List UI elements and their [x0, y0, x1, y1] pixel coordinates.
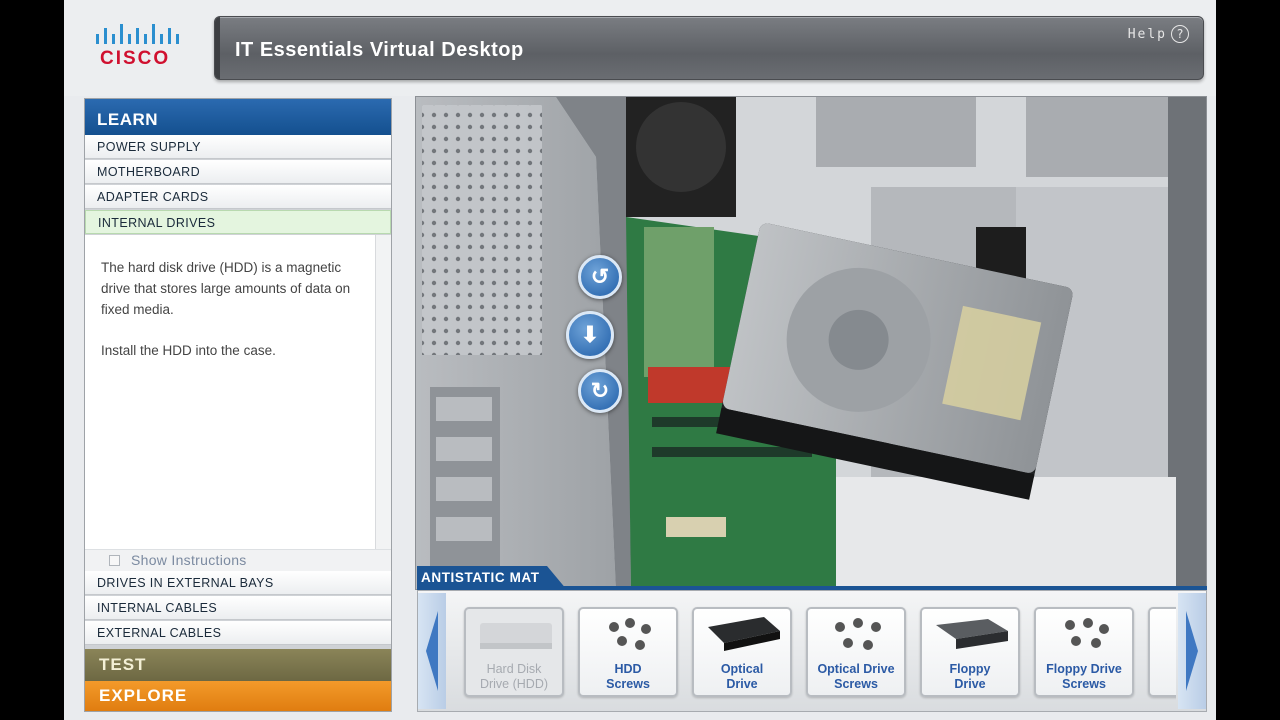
rotate-left-button[interactable]: ↺ [578, 255, 622, 299]
cisco-wordmark: CISCO [100, 48, 171, 69]
sidebar-item-internal-cables[interactable]: INTERNAL CABLES [85, 596, 391, 620]
download-arrow-icon: ⬇ [580, 322, 600, 347]
help-button[interactable]: Help ? [1128, 25, 1189, 43]
tray-scroll-right-button[interactable] [1178, 593, 1206, 709]
cisco-logo: CISCO [90, 22, 190, 74]
tray-item-floppy-drive-screws[interactable]: Floppy Drive Screws [1034, 607, 1134, 697]
optical-drive-icon [708, 617, 780, 651]
sidebar-item-motherboard[interactable]: MOTHERBOARD [85, 160, 391, 184]
screws-icon [1065, 618, 1109, 648]
sidebar-item-internal-drives[interactable]: INTERNAL DRIVES [85, 210, 391, 234]
tray-item-optical-drive-screws[interactable]: Optical Drive Screws [806, 607, 906, 697]
tray-item-next-partial[interactable] [1148, 607, 1176, 697]
tray-item-hdd[interactable]: Hard Disk Drive (HDD) [464, 607, 564, 697]
sidebar-item-external-cables[interactable]: EXTERNAL CABLES [85, 621, 391, 645]
title-panel: IT Essentials Virtual Desktop Help ? [214, 16, 1204, 80]
help-icon: ? [1171, 25, 1189, 43]
show-instructions-checkbox[interactable] [109, 555, 120, 566]
explore-section-button[interactable]: EXPLORE [85, 681, 391, 711]
test-section-button[interactable]: TEST [85, 649, 391, 681]
learn-header[interactable]: LEARN [85, 99, 391, 135]
rotate-right-icon: ↻ [590, 378, 610, 403]
show-instructions-toggle[interactable]: Show Instructions [85, 549, 391, 571]
app-window: CISCO IT Essentials Virtual Desktop Help… [64, 0, 1216, 720]
floppy-drive-icon [936, 619, 1008, 649]
rotate-left-icon: ↺ [590, 264, 610, 289]
screws-icon [609, 618, 651, 650]
instructions-scrollbar[interactable] [375, 235, 391, 571]
title-bar: CISCO IT Essentials Virtual Desktop Help… [64, 0, 1216, 96]
install-button[interactable]: ⬇ [566, 311, 614, 359]
chevron-left-icon [426, 611, 438, 691]
sidebar-item-drives-external-bays[interactable]: DRIVES IN EXTERNAL BAYS [85, 571, 391, 595]
component-tray: Hard Disk Drive (HDD) HDD Screws Optical… [417, 590, 1207, 712]
tray-items: Hard Disk Drive (HDD) HDD Screws Optical… [448, 591, 1176, 711]
case-3d-viewport[interactable]: ↺ ⬇ ↻ [415, 96, 1207, 590]
instruction-description: The hard disk drive (HDD) is a magnetic … [101, 260, 351, 317]
help-label: Help [1127, 26, 1167, 42]
show-instructions-label: Show Instructions [131, 552, 247, 568]
sidebar-item-power-supply[interactable]: POWER SUPPLY [85, 135, 391, 159]
screws-icon [835, 618, 881, 650]
instruction-task: Install the HDD into the case. [101, 343, 276, 358]
sidebar: LEARN POWER SUPPLY MOTHERBOARD ADAPTER C… [84, 98, 392, 712]
rotate-right-button[interactable]: ↻ [578, 369, 622, 413]
app-title: IT Essentials Virtual Desktop [235, 39, 524, 61]
chevron-right-icon [1186, 611, 1198, 691]
sidebar-item-adapter-cards[interactable]: ADAPTER CARDS [85, 185, 391, 209]
tray-item-optical-drive[interactable]: Optical Drive [692, 607, 792, 697]
hdd-icon [480, 623, 552, 649]
instructions-panel: The hard disk drive (HDD) is a magnetic … [85, 235, 375, 571]
tray-item-floppy-drive[interactable]: Floppy Drive [920, 607, 1020, 697]
tray-item-hdd-screws[interactable]: HDD Screws [578, 607, 678, 697]
computer-case-illustration [416, 97, 1206, 589]
tray-scroll-left-button[interactable] [418, 593, 446, 709]
antistatic-mat-label: ANTISTATIC MAT [417, 566, 567, 590]
antistatic-mat-header: ANTISTATIC MAT [417, 566, 1207, 590]
